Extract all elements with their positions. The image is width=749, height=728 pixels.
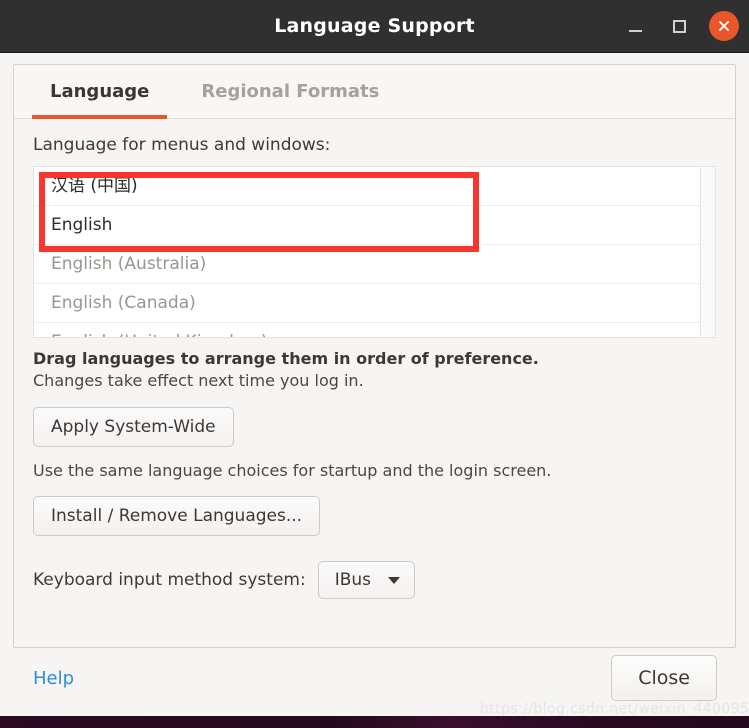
minimize-icon[interactable] — [621, 12, 649, 40]
tab-regional-formats-label: Regional Formats — [201, 81, 380, 102]
close-button[interactable]: Close — [611, 655, 717, 701]
dialog-action-bar: Help Close — [13, 648, 736, 708]
apply-system-wide-button[interactable]: Apply System-Wide — [33, 407, 234, 447]
tab-bar: Language Regional Formats — [14, 65, 735, 119]
tab-language-label: Language — [50, 81, 150, 102]
apply-note-text: Use the same language choices for startu… — [33, 461, 552, 480]
keyboard-input-method-value: IBus — [334, 570, 372, 590]
list-item[interactable]: 汉语 (中国) — [34, 167, 700, 206]
notebook: Language Regional Formats Language for m… — [13, 64, 736, 648]
tab-regional-formats[interactable]: Regional Formats — [175, 65, 405, 118]
language-list-label: Language for menus and windows: — [33, 135, 331, 155]
keyboard-input-method-dropdown[interactable]: IBus — [317, 561, 416, 599]
list-item[interactable]: English (Australia) — [34, 245, 700, 284]
list-item[interactable]: English (Canada) — [34, 284, 700, 323]
keyboard-input-method-row: Keyboard input method system: IBus — [33, 561, 716, 599]
dialog-body: Language Regional Formats Language for m… — [0, 53, 749, 716]
language-tab-pane: Language for menus and windows: 汉语 (中国) … — [14, 119, 735, 647]
language-list-viewport[interactable]: 汉语 (中国) English English (Australia) Engl… — [34, 167, 700, 337]
drag-hint-text: Drag languages to arrange them in order … — [33, 349, 539, 368]
close-icon[interactable] — [709, 11, 739, 41]
language-support-window: Language Support Language Regional Forma… — [0, 0, 749, 716]
desktop-background-strip — [0, 716, 749, 728]
window-title: Language Support — [274, 15, 475, 37]
window-controls — [621, 0, 739, 52]
help-link[interactable]: Help — [33, 668, 74, 689]
tab-language[interactable]: Language — [24, 65, 175, 119]
language-list-scrollbar[interactable] — [700, 167, 715, 337]
list-item[interactable]: English (United Kingdom) — [34, 323, 700, 337]
changes-hint-text: Changes take effect next time you log in… — [33, 371, 364, 390]
maximize-icon[interactable] — [665, 12, 693, 40]
language-list[interactable]: 汉语 (中国) English English (Australia) Engl… — [33, 166, 716, 338]
list-item[interactable]: English — [34, 206, 700, 245]
install-remove-languages-button[interactable]: Install / Remove Languages... — [33, 496, 321, 536]
keyboard-input-method-label: Keyboard input method system: — [33, 570, 306, 590]
chevron-down-icon — [388, 576, 401, 584]
title-bar: Language Support — [0, 0, 749, 53]
